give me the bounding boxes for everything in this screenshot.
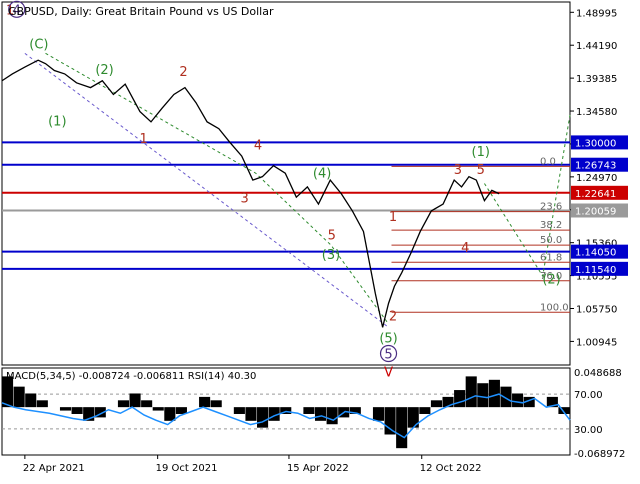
price-tick-label: 1.05750 xyxy=(576,304,617,315)
macd-hist-bar xyxy=(372,407,385,421)
level-tag-label: 1.30000 xyxy=(575,138,616,149)
fib-label: 38.2 xyxy=(540,220,562,231)
wave-label: 2 xyxy=(389,309,397,324)
level-tag-label: 1.22641 xyxy=(575,189,616,200)
wave-label: (1) xyxy=(472,145,490,160)
chart: 1.489951.441901.393851.345801.297751.249… xyxy=(0,0,640,480)
level-tag-label: 1.14050 xyxy=(575,248,616,259)
macd-hist-bar xyxy=(454,390,466,408)
fib-label: 23.6 xyxy=(540,202,562,213)
price-tick-label: 1.34580 xyxy=(576,107,617,118)
macd-hist-bar xyxy=(152,407,164,411)
price-tick-label: 1.44190 xyxy=(576,41,617,52)
macd-hist-bar xyxy=(129,393,141,408)
chart-svg: 1.489951.441901.393851.345801.297751.249… xyxy=(1,0,628,474)
macd-hist-bar xyxy=(326,407,338,425)
macd-hist-bar xyxy=(25,393,37,408)
indicator-tick-label: 70.00 xyxy=(574,390,603,401)
macd-hist-bar xyxy=(488,379,500,408)
level-tag-label: 1.20059 xyxy=(575,206,616,217)
fib-label: 61.8 xyxy=(540,252,562,263)
time-axis-label: 22 Apr 2021 xyxy=(23,463,85,474)
macd-hist-bar xyxy=(141,400,153,408)
wave-label: 1 xyxy=(389,210,397,225)
macd-hist-bar xyxy=(500,386,512,408)
macd-hist-bar xyxy=(245,407,257,421)
macd-hist-bar xyxy=(465,376,477,408)
macd-hist-bar xyxy=(71,407,83,414)
wave-label: 5 xyxy=(328,229,336,244)
price-tick-label: 1.00945 xyxy=(576,337,617,348)
price-tick-label: 1.48995 xyxy=(576,8,617,19)
indicator-tick-label: 30.00 xyxy=(574,425,603,436)
time-axis-label: 12 Oct 2022 xyxy=(420,463,482,474)
macd-hist-bar xyxy=(199,396,211,408)
wave-label: 5 xyxy=(384,347,392,362)
level-tag-label: 1.11540 xyxy=(575,265,616,276)
macd-hist-bar xyxy=(13,386,25,408)
wave-label: (C) xyxy=(29,38,48,53)
level-tag-label: 1.26743 xyxy=(575,161,616,172)
indicator-title: MACD(5,34,5) -0.008724 -0.006811 RSI(14)… xyxy=(6,371,256,382)
macd-hist-bar xyxy=(164,407,176,421)
wave-label: 5 xyxy=(477,163,485,178)
macd-hist-bar xyxy=(419,407,431,414)
wave-label: (4) xyxy=(313,166,331,181)
macd-hist-bar xyxy=(117,400,130,408)
wave-label: (1) xyxy=(48,114,66,129)
purple-channel-line xyxy=(24,52,389,328)
macd-hist-bar xyxy=(477,383,489,408)
macd-hist-bar xyxy=(430,400,442,408)
wave-label: (5) xyxy=(379,332,397,347)
wave-label: 3 xyxy=(241,192,249,207)
macd-hist-bar xyxy=(257,407,269,428)
macd-hist-bar xyxy=(396,407,408,449)
indicator-tick-label: -0.068972 xyxy=(574,449,625,460)
time-axis-label: 15 Apr 2022 xyxy=(287,463,349,474)
macd-hist-bar xyxy=(384,407,396,435)
macd-hist-bar xyxy=(233,407,245,414)
macd-hist-bar xyxy=(303,407,315,414)
fib-label: 50.0 xyxy=(540,235,562,246)
macd-hist-bar xyxy=(36,400,48,408)
wave-label: (2) xyxy=(95,63,113,78)
macd-hist-bar xyxy=(59,407,72,411)
time-axis-label: 19 Oct 2021 xyxy=(156,463,218,474)
fib-label: 0.0 xyxy=(540,156,556,167)
price-tick-label: 1.24970 xyxy=(576,173,617,184)
wave-label: (2) xyxy=(542,272,560,287)
macd-hist-bar xyxy=(512,393,524,408)
macd-hist-bar xyxy=(314,407,327,421)
indicator-tick-label: 0.048688 xyxy=(574,368,622,379)
wave-label: 2 xyxy=(179,65,187,80)
wave-label: V xyxy=(384,366,393,381)
wave-label: (3) xyxy=(322,248,340,263)
wave-label: 1 xyxy=(139,132,147,147)
price-tick-label: 1.39385 xyxy=(576,74,617,85)
fib-label: 100.0 xyxy=(540,302,569,313)
wave-label: 4 xyxy=(461,241,469,256)
chart-title: GBPUSD, Daily: Great Britain Pound vs US… xyxy=(8,5,274,18)
wave-label: 3 xyxy=(454,163,462,178)
macd-hist-bar xyxy=(210,400,222,408)
wave-label: 4 xyxy=(254,138,262,153)
